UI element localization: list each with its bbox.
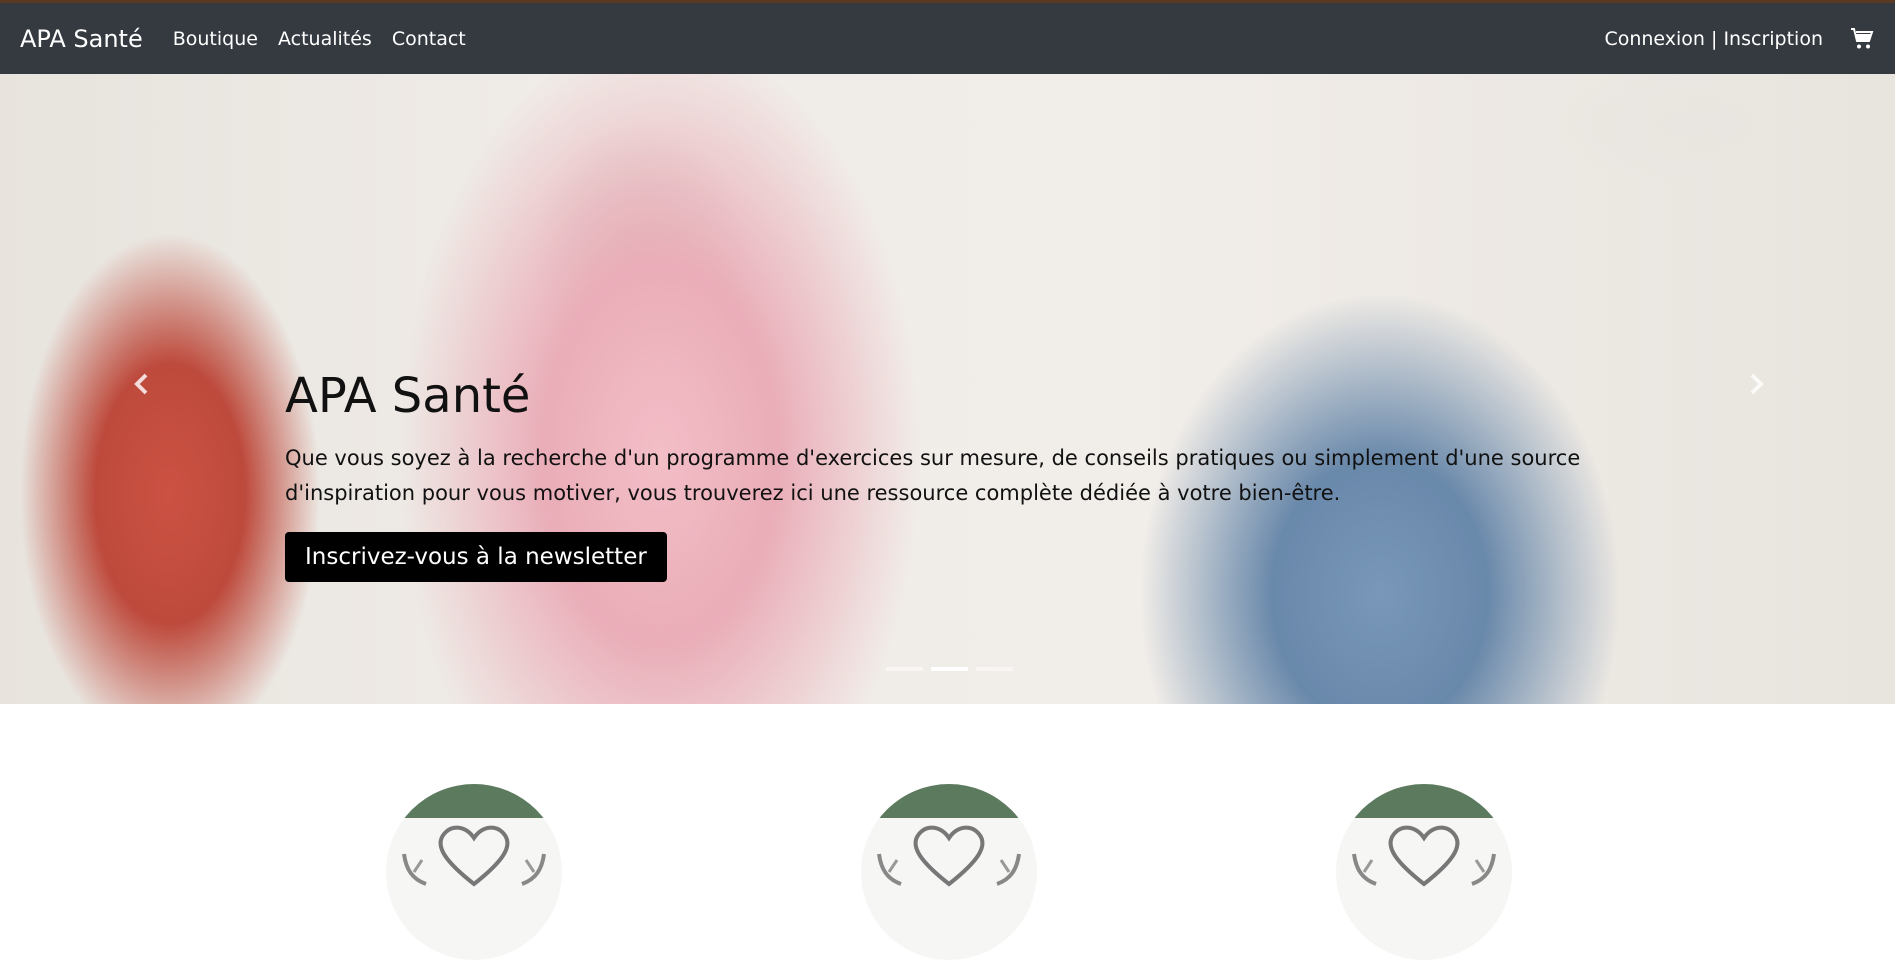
carousel-indicator-2[interactable] <box>931 667 968 671</box>
heart-in-hands-icon <box>1352 825 1496 887</box>
heart-in-hands-icon <box>877 825 1021 887</box>
nav-right: Connexion | Inscription <box>1604 26 1875 52</box>
feature-image-3 <box>1336 784 1512 960</box>
newsletter-button[interactable]: Inscrivez-vous à la newsletter <box>285 532 667 583</box>
feature-image-1 <box>386 784 562 960</box>
hero-carousel: APA Santé Que vous soyez à la recherche … <box>0 74 1895 704</box>
carousel-prev-icon[interactable] <box>122 364 162 404</box>
carousel-indicator-3[interactable] <box>976 667 1013 671</box>
hero-text: Que vous soyez à la recherche d'un progr… <box>285 445 1581 506</box>
features-section <box>0 704 1895 960</box>
navbar: APA Santé Boutique Actualités Contact Co… <box>0 3 1895 74</box>
nav-link-actualites[interactable]: Actualités <box>278 28 372 50</box>
heart-in-hands-icon <box>402 825 546 887</box>
brand-link[interactable]: APA Santé <box>20 25 143 53</box>
hero-title: APA Santé <box>285 368 531 424</box>
carousel-indicator-1[interactable] <box>886 667 923 671</box>
hero-caption: APA Santé Que vous soyez à la recherche … <box>285 368 1615 583</box>
carousel-next-icon[interactable] <box>1736 364 1776 404</box>
nav-link-boutique[interactable]: Boutique <box>173 28 258 50</box>
login-register-link[interactable]: Connexion | Inscription <box>1604 28 1823 50</box>
cart-icon[interactable] <box>1849 26 1875 52</box>
nav-links: Boutique Actualités Contact <box>173 28 466 50</box>
carousel-indicators <box>886 667 1013 671</box>
feature-image-2 <box>861 784 1037 960</box>
nav-link-contact[interactable]: Contact <box>392 28 466 50</box>
